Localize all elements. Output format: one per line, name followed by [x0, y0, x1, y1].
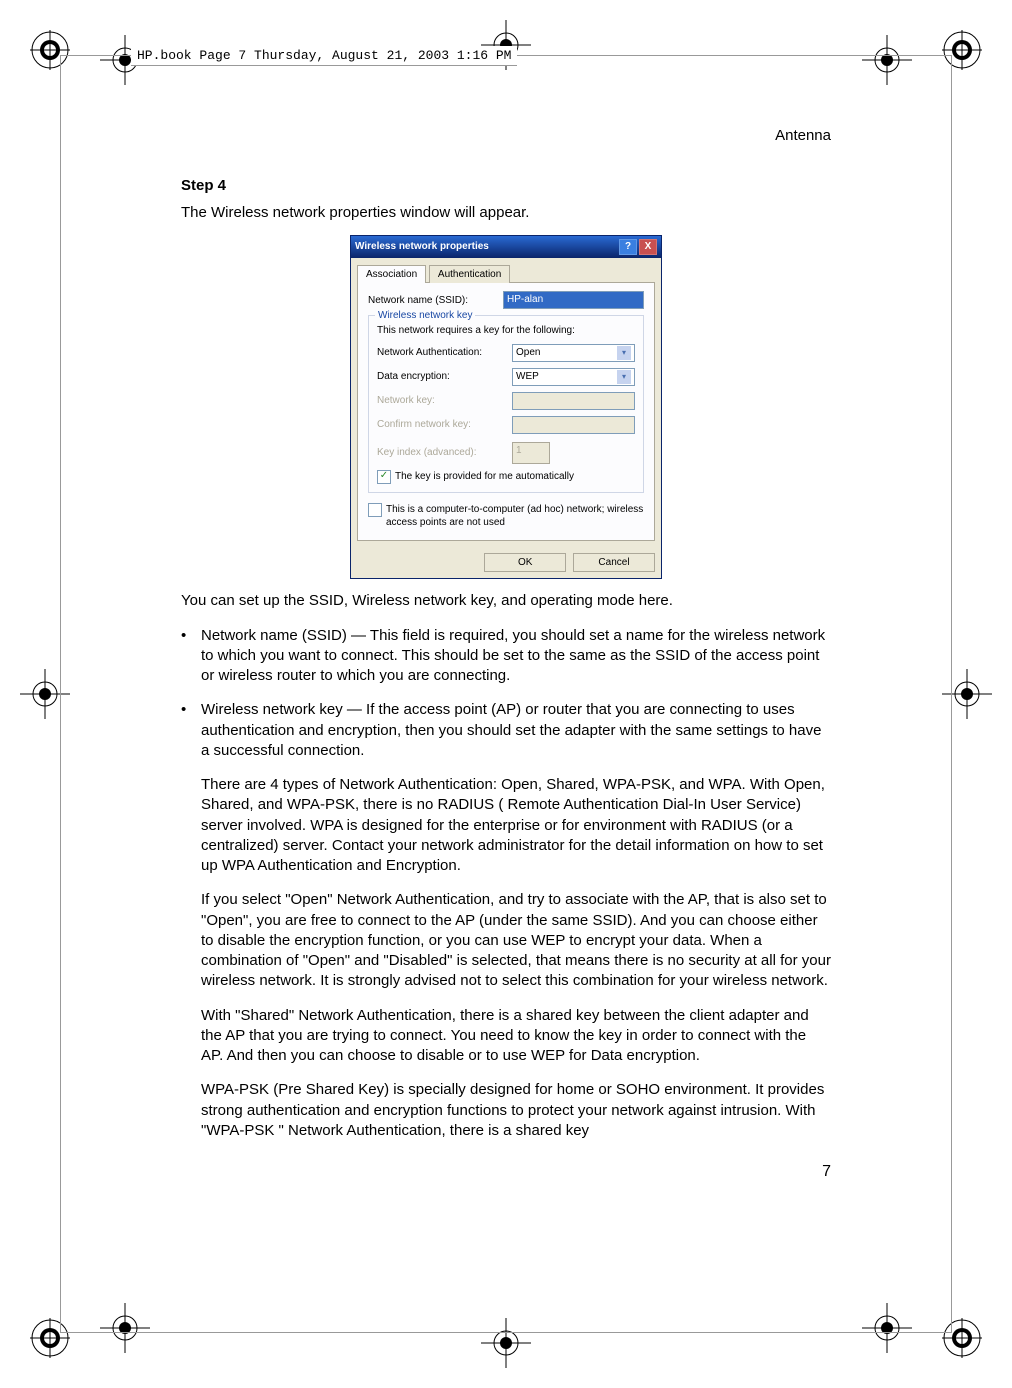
- auth-label: Network Authentication:: [377, 346, 512, 360]
- encryption-value: WEP: [516, 370, 539, 384]
- ssid-input[interactable]: HP-alan: [503, 291, 644, 309]
- body-paragraph: WPA-PSK (Pre Shared Key) is specially de…: [201, 1080, 831, 1141]
- adhoc-checkbox[interactable]: [368, 503, 382, 517]
- intro-text: The Wireless network properties window w…: [181, 203, 831, 223]
- ok-button[interactable]: OK: [484, 553, 566, 573]
- fieldset-legend: Wireless network key: [375, 309, 475, 323]
- body-paragraph: There are 4 types of Network Authenticat…: [201, 775, 831, 876]
- chevron-down-icon: ▾: [617, 346, 631, 360]
- encryption-label: Data encryption:: [377, 370, 512, 384]
- cancel-button[interactable]: Cancel: [573, 553, 655, 573]
- after-dialog-text: You can set up the SSID, Wireless networ…: [181, 591, 831, 611]
- bullet-text: Wireless network key — If the access poi…: [201, 700, 831, 761]
- auth-value: Open: [516, 346, 540, 360]
- bullet-item: • Wireless network key — If the access p…: [181, 700, 831, 761]
- page-crop-frame: HP.book Page 7 Thursday, August 21, 2003…: [60, 55, 952, 1333]
- encryption-dropdown[interactable]: WEP ▾: [512, 368, 635, 386]
- dialog-tabs: Association Authentication: [351, 258, 661, 283]
- network-key-input[interactable]: [512, 392, 635, 410]
- chevron-down-icon: ▾: [617, 370, 631, 384]
- key-index-label: Key index (advanced):: [377, 446, 512, 460]
- dialog-title: Wireless network properties: [355, 240, 489, 254]
- running-head: Antenna: [181, 126, 831, 146]
- tab-authentication[interactable]: Authentication: [429, 265, 510, 284]
- confirm-key-label: Confirm network key:: [377, 418, 512, 432]
- page-number: 7: [181, 1161, 831, 1183]
- auto-key-checkbox[interactable]: ✓: [377, 470, 391, 484]
- fieldset-hint: This network requires a key for the foll…: [377, 324, 635, 338]
- step-heading: Step 4: [181, 176, 831, 196]
- adhoc-label: This is a computer-to-computer (ad hoc) …: [386, 503, 644, 530]
- tab-association[interactable]: Association: [357, 265, 426, 284]
- dialog-titlebar[interactable]: Wireless network properties ? X: [351, 236, 661, 258]
- bullet-icon: •: [181, 700, 201, 761]
- document-header-line: HP.book Page 7 Thursday, August 21, 2003…: [131, 46, 517, 66]
- bullet-text: Network name (SSID) — This field is requ…: [201, 626, 831, 687]
- ssid-label: Network name (SSID):: [368, 294, 503, 308]
- help-button[interactable]: ?: [619, 239, 637, 255]
- network-key-label: Network key:: [377, 394, 512, 408]
- key-index-spinner[interactable]: 1: [512, 442, 550, 464]
- body-paragraph: If you select "Open" Network Authenticat…: [201, 890, 831, 991]
- bullet-item: • Network name (SSID) — This field is re…: [181, 626, 831, 687]
- wireless-key-fieldset: Wireless network key This network requir…: [368, 315, 644, 493]
- wireless-properties-dialog: Wireless network properties ? X Associat…: [350, 235, 662, 580]
- close-button[interactable]: X: [639, 239, 657, 255]
- auto-key-label: The key is provided for me automatically: [395, 470, 574, 484]
- confirm-key-input[interactable]: [512, 416, 635, 434]
- body-paragraph: With "Shared" Network Authentication, th…: [201, 1006, 831, 1067]
- auth-dropdown[interactable]: Open ▾: [512, 344, 635, 362]
- bullet-icon: •: [181, 626, 201, 687]
